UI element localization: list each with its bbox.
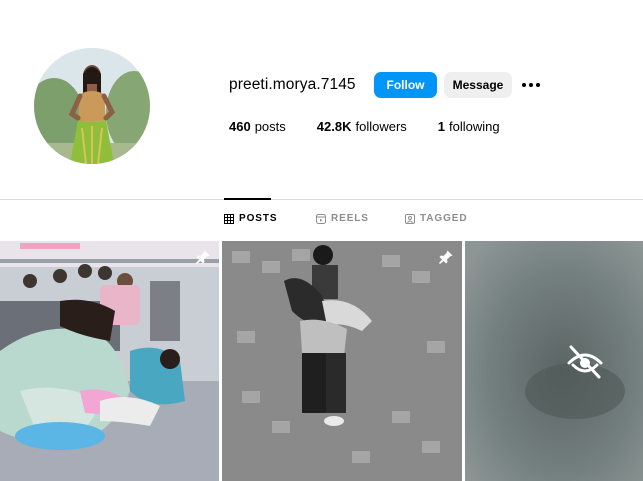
post-image <box>0 241 219 481</box>
post-image <box>222 241 462 481</box>
reels-icon <box>316 213 326 224</box>
stat-posts: 460 posts <box>229 119 286 134</box>
pin-icon <box>439 250 453 264</box>
profile-header: preeti.morya.7145 Follow Message 460 pos… <box>0 0 643 200</box>
profile-stats: 460 posts 42.8K followers 1 following <box>229 119 531 134</box>
stat-value: 42.8K <box>316 119 352 134</box>
stat-value: 1 <box>437 119 446 134</box>
profile-tabs: POSTS REELS TAGGED <box>0 213 643 229</box>
tab-posts[interactable]: POSTS <box>224 213 277 224</box>
post-tile-hidden[interactable] <box>465 241 643 481</box>
tagged-icon <box>405 213 415 224</box>
tab-label: POSTS <box>239 213 278 224</box>
stat-followers[interactable]: 42.8K followers <box>317 119 407 134</box>
stat-label: following <box>449 119 500 134</box>
more-options-icon[interactable] <box>519 74 543 96</box>
stat-following[interactable]: 1 following <box>438 119 500 134</box>
post-tile[interactable] <box>222 241 462 481</box>
follow-button[interactable]: Follow <box>374 72 437 98</box>
tab-label: REELS <box>331 213 369 224</box>
tab-tagged[interactable]: TAGGED <box>405 213 467 224</box>
post-tile[interactable] <box>0 241 219 481</box>
pin-icon <box>196 250 210 264</box>
grid-icon <box>224 213 234 224</box>
username: preeti.morya.7145 <box>229 76 356 93</box>
stat-value: 460 <box>229 119 251 134</box>
tabs-divider <box>0 199 643 200</box>
posts-grid <box>0 241 643 481</box>
message-button[interactable]: Message <box>444 72 512 98</box>
tab-reels[interactable]: REELS <box>316 213 369 224</box>
avatar[interactable] <box>34 48 150 164</box>
tab-label: TAGGED <box>420 213 468 224</box>
stat-label: posts <box>254 119 286 134</box>
post-image-blurred <box>465 241 643 481</box>
avatar-photo <box>34 48 150 164</box>
stat-label: followers <box>355 119 407 134</box>
active-tab-indicator <box>224 198 271 200</box>
eye-slash-icon <box>567 345 603 379</box>
